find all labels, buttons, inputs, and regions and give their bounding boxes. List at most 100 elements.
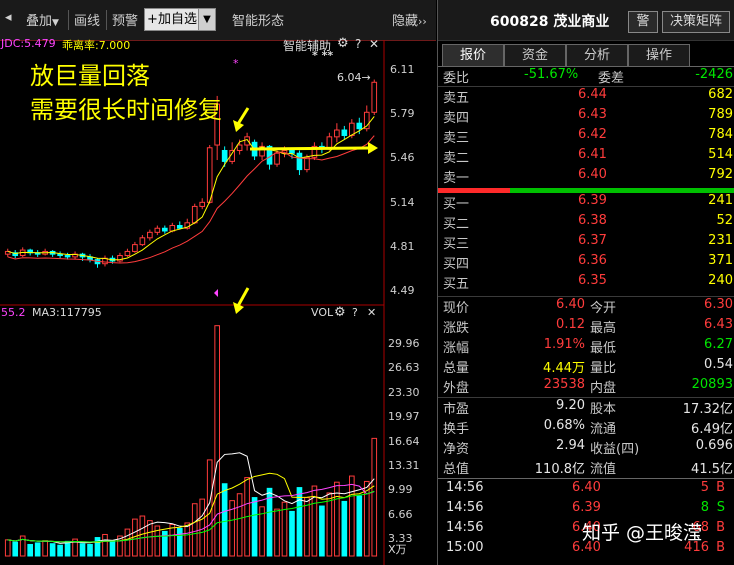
ask-volume: 784 [708,127,733,142]
candle-up [124,250,131,257]
volume-unit: X万 [388,543,407,556]
bid-row[interactable]: 买四 6.36 371 [438,253,734,273]
bid-row[interactable]: 买五 6.35 240 [438,273,734,293]
price-tick: 5.14 [390,195,415,209]
stat-row: 现价 6.40 今开 6.30 [438,297,734,317]
ask-volume: 682 [708,87,733,102]
draw-line-button[interactable]: 画线 [74,10,100,29]
gear-icon[interactable]: ⚙ [337,36,349,51]
toolbar-back[interactable]: ◂ [5,10,12,25]
divider [106,10,107,30]
trade-price: 6.40 [572,480,601,495]
trade-volume: 5 [700,480,709,495]
annotation-arrow [236,287,250,307]
add-watchlist-dropdown[interactable]: ▼ [198,8,216,31]
bid-volume: 231 [708,233,733,248]
kline-chart[interactable]: * JDC:5.479 乖离率:7.000 智能辅助 ⚙ ? ✕ 放巨量回落 需… [0,36,436,565]
ask-row[interactable]: 卖三 6.42 784 [438,127,734,147]
volume-bar-up [102,533,108,557]
ask-row[interactable]: 卖一 6.40 792 [438,167,734,187]
hide-button[interactable]: 隐藏›› [392,10,427,29]
alert-button[interactable]: 预警 [112,10,138,29]
diff-label: 委差 [598,71,625,86]
ask-volume: 514 [708,147,733,162]
bid-row[interactable]: 买三 6.37 231 [438,233,734,253]
ask-row[interactable]: 卖二 6.41 514 [438,147,734,167]
ask-row[interactable]: 卖五 6.44 682 [438,87,734,107]
overlay-label: 叠加 [26,14,53,29]
candle-up [334,129,340,138]
diff-value: -2426 [695,67,733,82]
stat-value: 23538 [543,377,585,392]
volume-bar-up [139,515,146,557]
price-tick: 6.11 [390,63,415,76]
volume-bar-down [319,505,325,557]
trade-row: 14:56 6.39 8 S [438,500,734,520]
chevrons-right-icon: ›› [418,15,427,28]
stat-label: 内盘 [590,381,617,396]
candle-up [199,201,206,207]
ratio-label: 委比 [443,71,470,86]
alert-button[interactable]: 警 [628,11,658,33]
tab-funds[interactable]: 资金 [504,44,566,67]
stat-label: 换手 [443,422,470,437]
close-icon[interactable]: ✕ [367,306,376,319]
ask-price: 6.41 [578,147,607,162]
stat-value: 0.54 [704,357,733,372]
ask-volume: 792 [708,167,733,182]
watermark: 知乎 @王晙滢 [582,522,703,544]
add-watchlist-button[interactable]: +加自选 [144,8,200,31]
ask-row[interactable]: 卖四 6.43 789 [438,107,734,127]
volume-bar-down [27,543,33,557]
stat-label: 量比 [590,361,617,376]
divider [438,478,734,479]
stat-label: 流通 [590,422,617,437]
volume-bar-down [79,543,86,557]
stat-value: 0.696 [695,438,733,453]
stat-label: 涨幅 [443,341,470,356]
stat-label: 总量 [443,361,470,376]
stat-value: 9.20 [556,398,585,413]
stat-value: 6.43 [704,317,733,332]
gear-icon[interactable]: ⚙ [334,305,346,320]
bid-volume: 52 [716,213,733,228]
bid-price: 6.36 [578,253,607,268]
trade-time: 14:56 [446,520,484,535]
stat-value: 2.94 [556,438,585,453]
help-icon[interactable]: ? [352,306,358,319]
tab-analysis[interactable]: 分析 [566,44,628,67]
bid-row[interactable]: 买二 6.38 52 [438,213,734,233]
help-icon[interactable]: ? [355,37,361,51]
volume-tick: 29.96 [388,337,420,350]
volume-bar-up [4,539,11,557]
candle-up [191,205,198,224]
candle-up [132,244,138,252]
bid-label: 买五 [443,277,470,292]
bid-price: 6.37 [578,233,607,248]
overlay-button[interactable]: 叠加▼ [26,10,59,29]
trade-time: 15:00 [446,540,484,555]
candle-down [64,255,71,258]
close-icon[interactable]: ✕ [369,37,379,51]
trade-price: 6.39 [572,500,601,515]
tab-operation[interactable]: 操作 [628,44,690,67]
volume-tick: 16.64 [388,434,420,448]
stock-code: 600828 [490,14,549,30]
bid-row[interactable]: 买一 6.39 241 [438,193,734,213]
stat-value: 0.12 [556,317,585,332]
bid-label: 买一 [443,197,470,212]
trade-side: B [716,540,725,555]
candle-up [244,136,250,146]
volume-tick: 9.99 [388,483,413,497]
stat-label: 净资 [443,442,470,457]
smart-pattern-button[interactable]: 智能形态 [232,10,284,29]
annotation-line-1: 放巨量回落 [30,62,150,90]
tab-quote[interactable]: 报价 [442,44,504,67]
ask-label: 卖二 [443,151,470,166]
decision-matrix-button[interactable]: 决策矩阵 [662,11,730,33]
price-tick: 4.49 [390,284,415,297]
volume-bar-down [94,537,101,557]
candle-up [371,81,378,113]
stat-value: 41.5亿 [691,462,733,477]
stat-label: 现价 [443,301,470,316]
